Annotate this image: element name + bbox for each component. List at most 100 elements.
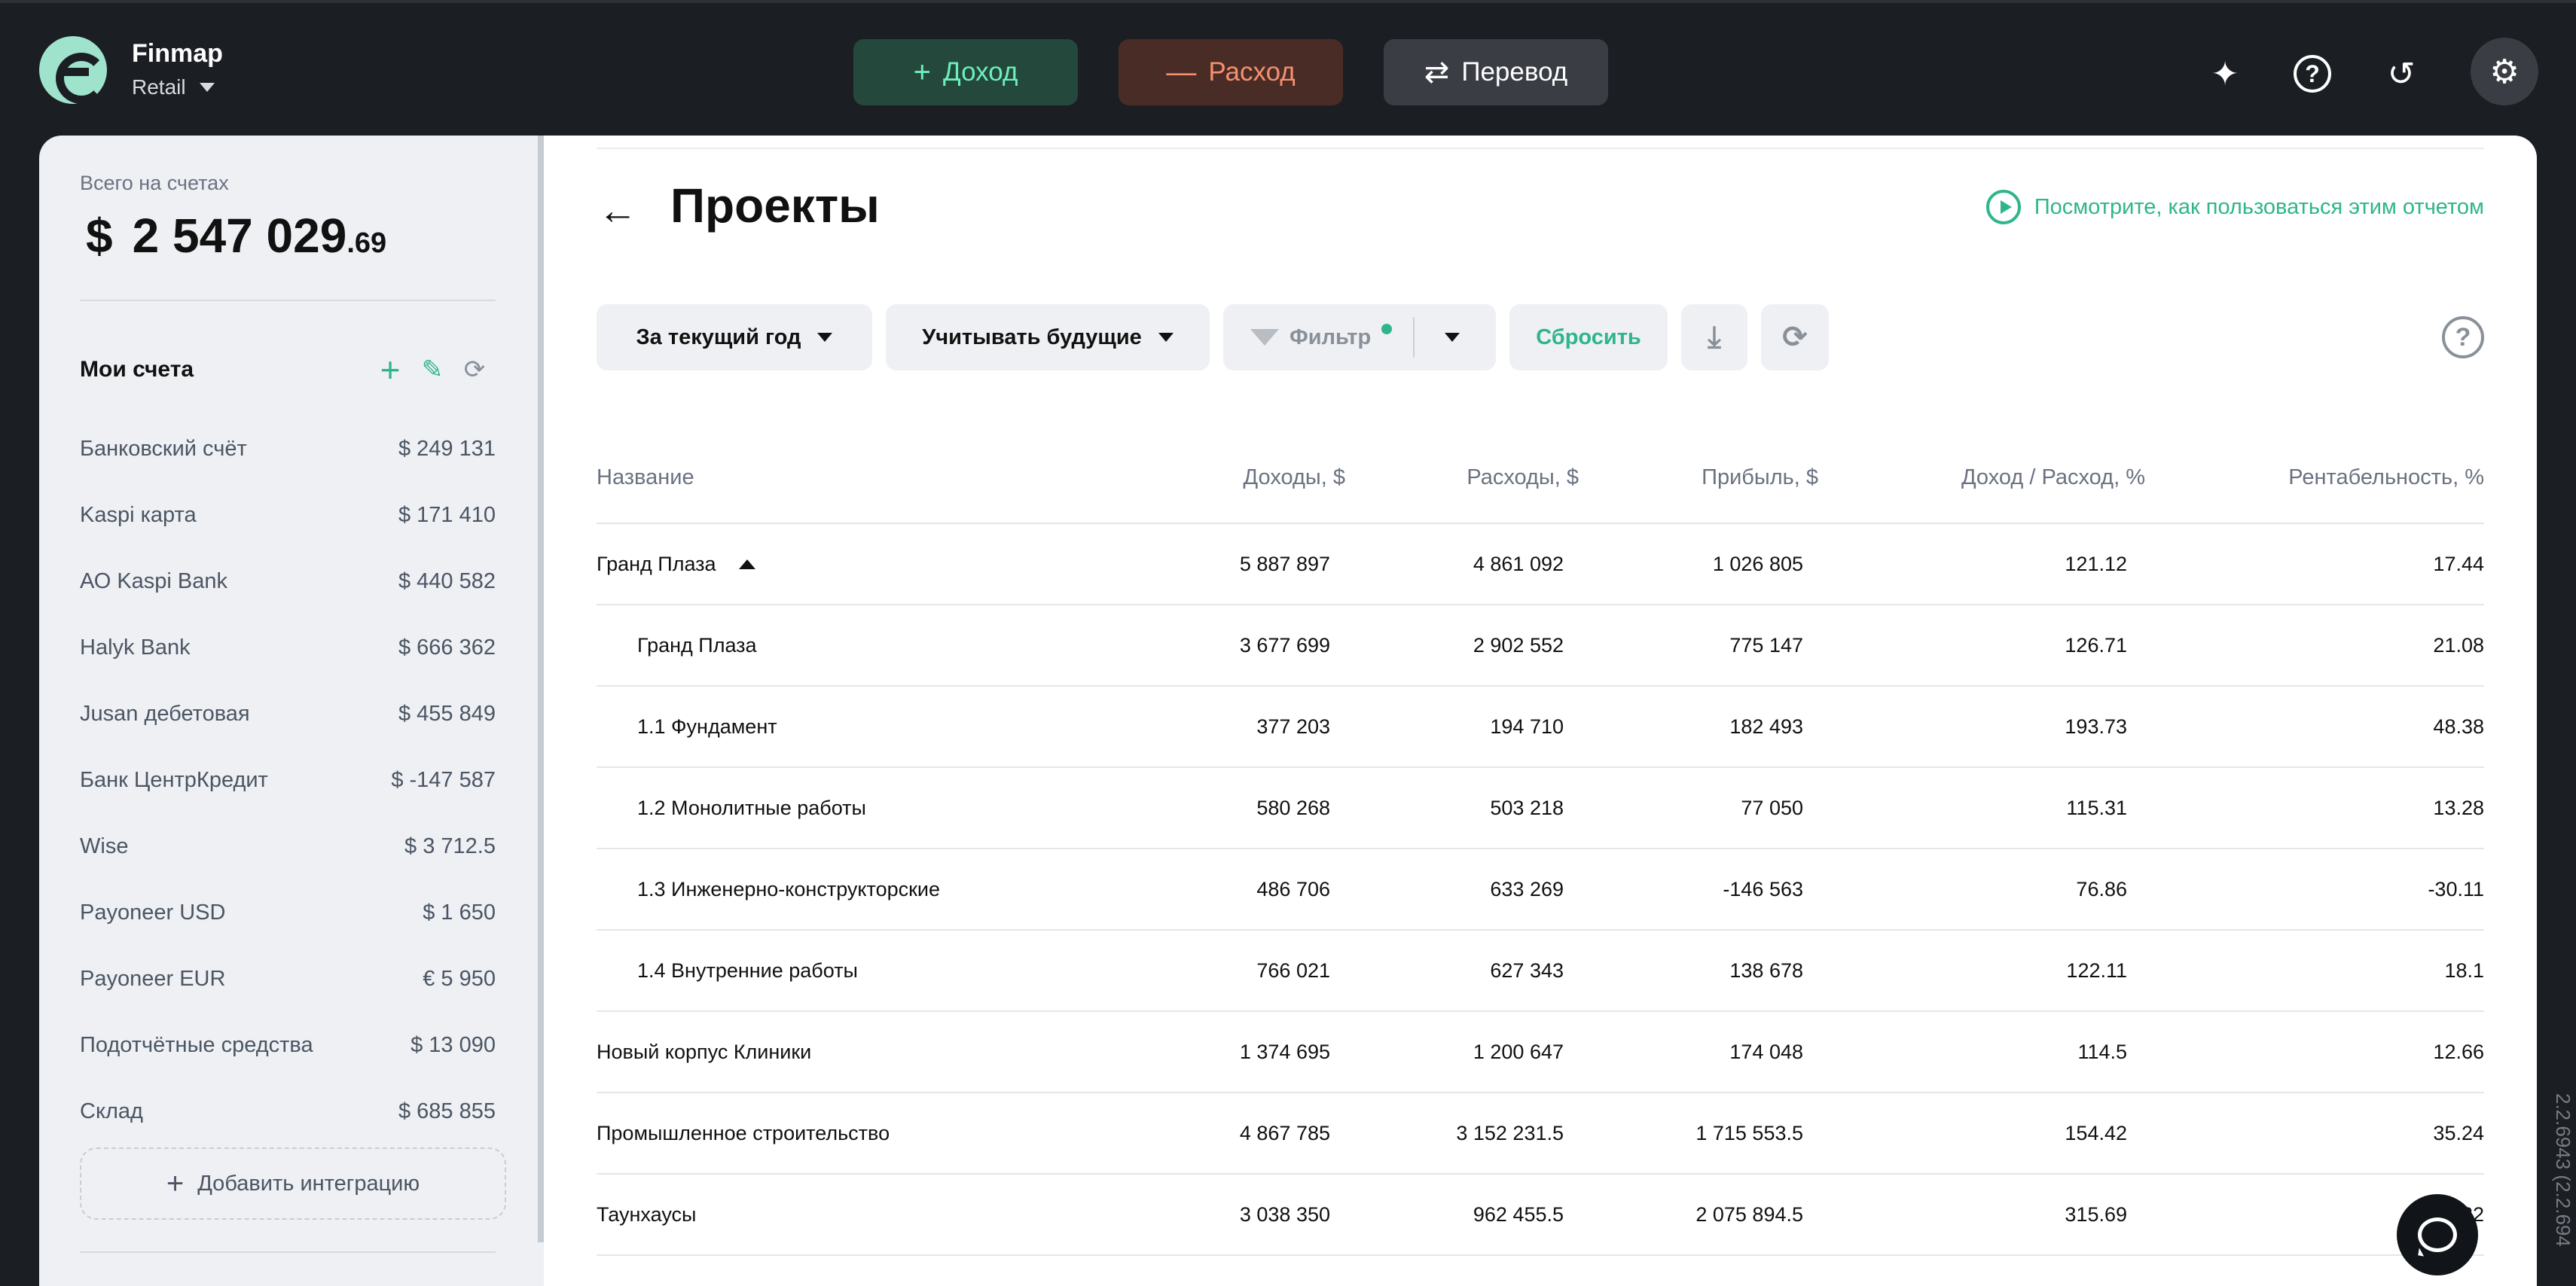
project-row[interactable]: Гранд Плаза 5 887 897 4 861 092 1 026 805 12…	[597, 524, 2484, 605]
table-header: Название Доходы, $ Расходы, $ Прибыль, $…	[597, 432, 2484, 524]
table-body: Гранд Плаза 5 887 897 4 861 092 1 026 805 12…	[597, 524, 2484, 1256]
account-row[interactable]: Банковский счёт $ 249 131	[80, 416, 496, 482]
chevron-down-icon	[199, 83, 215, 92]
account-row[interactable]: Kaspi карта $ 171 410	[80, 482, 496, 548]
subproject-row[interactable]: 1.1 Фундамент 377 203 194 710 182 493 193.73…	[597, 687, 2484, 768]
workspace-name: Retail	[132, 75, 186, 99]
account-balance: $ 3 712.5	[404, 833, 496, 858]
account-name: Kaspi карта	[80, 502, 197, 527]
chevron-down-icon[interactable]	[1445, 333, 1460, 342]
help-icon[interactable]: ?	[2442, 316, 2484, 358]
account-balance: € 5 950	[423, 966, 496, 991]
sidebar-scrollbar[interactable]	[538, 136, 544, 1242]
income-button-label: Доход	[942, 57, 1018, 87]
income-cell: 766 021	[1256, 958, 1330, 982]
account-balance: $ 249 131	[398, 436, 496, 461]
play-icon	[1985, 190, 2021, 224]
project-name: 1.2 Монолитные работы	[637, 796, 866, 819]
project-row[interactable]: Новый корпус Клиники 1 374 695 1 200 647 17…	[597, 1012, 2484, 1093]
column-header-name[interactable]: Название	[597, 432, 1124, 523]
account-name: Подотчётные средства	[80, 1032, 313, 1057]
account-row[interactable]: Банк ЦентрКредит $ -147 587	[80, 747, 496, 813]
help-icon[interactable]: ?	[2285, 47, 2339, 101]
project-name-cell: 1.3 Инженерно-конструкторские	[637, 849, 1164, 929]
account-row[interactable]: Halyk Bank $ 666 362	[80, 614, 496, 681]
back-arrow-icon[interactable]: ←	[595, 188, 640, 233]
active-filter-dot	[1381, 324, 1393, 334]
howto-video-link[interactable]: Посмотрите, как пользоваться этим отчето…	[1985, 190, 2484, 224]
account-name: Payoneer USD	[80, 900, 226, 925]
project-name-cell: Таунхаусы	[597, 1175, 1124, 1254]
account-row[interactable]: Payoneer USD $ 1 650	[80, 879, 496, 946]
download-icon[interactable]: ⤓	[1681, 304, 1747, 370]
account-name: Банковский счёт	[80, 436, 247, 461]
account-row[interactable]: Jusan дебетовая $ 455 849	[80, 681, 496, 747]
expense-cell: 2 902 552	[1473, 633, 1564, 657]
subproject-row[interactable]: Гранд Плаза 3 677 699 2 902 552 775 147 126.…	[597, 605, 2484, 687]
profitability-cell: 35.24	[2433, 1121, 2484, 1144]
income-cell: 3 038 350	[1239, 1202, 1330, 1226]
add-expense-button[interactable]: — Расход	[1119, 39, 1343, 105]
add-account-plus-icon[interactable]: +	[369, 349, 411, 390]
ratio-cell: 122.11	[2066, 958, 2127, 982]
profit-cell: 1 715 553.5	[1695, 1121, 1803, 1144]
profit-cell: 2 075 894.5	[1695, 1202, 1803, 1226]
reset-filters-button[interactable]: Сбросить	[1509, 304, 1668, 370]
refresh-icon[interactable]: ⟳	[453, 355, 496, 385]
collapse-caret-icon[interactable]	[738, 559, 755, 569]
column-header-ratio[interactable]: Доход / Расход, %	[1961, 432, 2145, 523]
account-balance: $ 440 582	[398, 568, 496, 593]
subproject-row[interactable]: 1.3 Инженерно-конструкторские 486 706 633 …	[597, 849, 2484, 931]
filter-button[interactable]: Фильтр	[1223, 304, 1496, 370]
subproject-row[interactable]: 1.4 Внутренние работы 766 021 627 343 138 6…	[597, 931, 2484, 1012]
expense-cell: 4 861 092	[1473, 552, 1564, 575]
profit-cell: 775 147	[1729, 633, 1803, 657]
column-header-profit[interactable]: Прибыль, $	[1702, 432, 1818, 523]
plus-icon: +	[166, 1166, 185, 1200]
account-name: Halyk Bank	[80, 635, 191, 660]
divider	[1413, 317, 1415, 358]
project-name-cell: Гранд Плаза	[637, 605, 1164, 685]
brand-name: Finmap	[132, 39, 223, 68]
income-cell: 377 203	[1256, 715, 1330, 738]
sparkle-icon[interactable]: ✦	[2198, 47, 2252, 101]
accounts-header: Мои счета + ✎ ⟳	[80, 349, 496, 390]
account-row[interactable]: Подотчётные средства $ 13 090	[80, 1012, 496, 1078]
subproject-row[interactable]: 1.2 Монолитные работы 580 268 503 218 77 05…	[597, 768, 2484, 849]
support-chat-button[interactable]	[2397, 1194, 2478, 1275]
account-row[interactable]: АО Kaspi Bank $ 440 582	[80, 548, 496, 614]
project-name-cell: 1.2 Монолитные работы	[637, 768, 1164, 848]
future-dropdown[interactable]: Учитывать будущие	[886, 304, 1210, 370]
refresh-icon[interactable]: ⟳	[1761, 304, 1829, 370]
workspace-selector[interactable]: Retail	[132, 75, 215, 99]
account-balance: $ 171 410	[398, 502, 496, 527]
gear-icon[interactable]: ⚙	[2471, 38, 2538, 105]
edit-pencil-icon[interactable]: ✎	[411, 355, 453, 385]
add-income-button[interactable]: + Доход	[853, 39, 1078, 105]
history-icon[interactable]: ↺	[2374, 47, 2428, 101]
divider	[80, 1251, 496, 1253]
ratio-cell: 315.69	[2065, 1202, 2127, 1226]
project-name: Новый корпус Клиники	[597, 1040, 812, 1063]
period-dropdown[interactable]: За текущий год	[597, 304, 872, 370]
project-row[interactable]: Промышленное строительство 4 867 785 3 152…	[597, 1093, 2484, 1175]
project-name-cell: 1.1 Фундамент	[637, 687, 1164, 766]
expense-cell: 627 343	[1490, 958, 1564, 982]
add-integration-button[interactable]: + Добавить интеграцию	[80, 1147, 506, 1220]
column-header-profitability[interactable]: Рентабельность, %	[2288, 432, 2484, 523]
accounts-title: Мои счета	[80, 357, 194, 382]
finmap-logo-icon[interactable]	[39, 36, 107, 104]
account-name: Банк ЦентрКредит	[80, 767, 268, 792]
account-row[interactable]: Склад $ 685 855	[80, 1078, 496, 1144]
account-balance: $ -147 587	[391, 767, 496, 792]
profit-cell: 1 026 805	[1712, 552, 1803, 575]
column-header-income[interactable]: Доходы, $	[1244, 432, 1345, 523]
account-row[interactable]: Payoneer EUR € 5 950	[80, 946, 496, 1012]
account-row[interactable]: Wise $ 3 712.5	[80, 813, 496, 879]
income-cell: 1 374 695	[1239, 1040, 1330, 1063]
project-row[interactable]: Таунхаусы 3 038 350 962 455.5 2 075 894.5 31…	[597, 1175, 2484, 1256]
profitability-cell: 12.66	[2433, 1040, 2484, 1063]
account-name: Wise	[80, 833, 129, 858]
add-transfer-button[interactable]: ⇄ Перевод	[1384, 39, 1608, 105]
column-header-expense[interactable]: Расходы, $	[1467, 432, 1579, 523]
